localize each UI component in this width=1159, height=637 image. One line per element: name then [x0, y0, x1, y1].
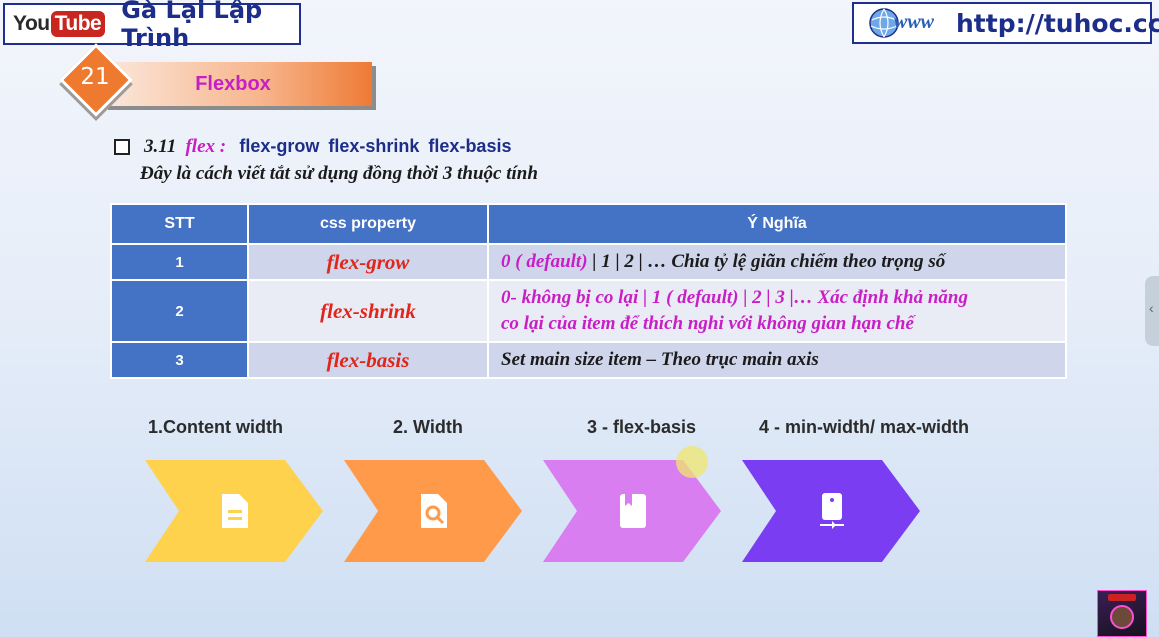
table-row: 3 flex-basis Set main size item – Theo t… [110, 341, 1067, 379]
youtube-logo-you: You [13, 12, 50, 35]
row-property: flex-basis [247, 341, 489, 379]
meaning-line-2: co lại của item để thích nghi với không … [501, 313, 914, 334]
subscribe-badge [1108, 594, 1136, 601]
side-panel-toggle[interactable]: ‹ [1145, 276, 1159, 346]
cursor-highlight [676, 446, 708, 478]
step-label-4: 4 - min-width/ max-width [759, 417, 969, 437]
subscribe-watermark[interactable] [1097, 590, 1147, 637]
row-property: flex-grow [247, 243, 489, 281]
step-arrow-2 [344, 460, 522, 562]
checkbox-bullet-icon [114, 139, 130, 155]
table-row: 2 flex-shrink 0- không bị co lại | 1 ( d… [110, 279, 1067, 343]
row-stt: 3 [110, 341, 249, 379]
meaning-line-1: 0- không bị co lại | 1 ( default) | 2 | … [501, 287, 968, 308]
youtube-logo: You Tube [13, 11, 106, 37]
document-icon [222, 494, 248, 528]
www-logo-text: www [894, 11, 935, 33]
header-stt: STT [110, 203, 249, 245]
lesson-title-bar: Flexbox [104, 62, 372, 106]
step-arrow-1 [145, 460, 323, 562]
table-header-row: STT css property Ý Nghĩa [110, 203, 1067, 245]
section-title: 3.11 flex : flex-grow flex-shrink flex-b… [144, 136, 511, 158]
avatar [1110, 605, 1134, 629]
section-number: 3.11 [144, 136, 177, 157]
search-document-icon [421, 494, 447, 528]
flex-properties-table: STT css property Ý Nghĩa 1 flex-grow 0 (… [110, 203, 1067, 379]
row-property: flex-shrink [247, 279, 489, 343]
chevron-left-icon: ‹ [1149, 300, 1154, 316]
lesson-title: Flexbox [195, 72, 271, 95]
bookmark-icon [620, 494, 646, 528]
website-banner: www http://tuhoc.cc [852, 2, 1159, 44]
step-arrow-4 [742, 460, 920, 562]
lesson-number: 21 [80, 64, 110, 90]
device-transfer-icon [820, 493, 844, 529]
row-stt: 1 [110, 243, 249, 281]
row-stt: 2 [110, 279, 249, 343]
youtube-logo-tube: Tube [50, 11, 106, 37]
row-meaning: 0- không bị co lại | 1 ( default) | 2 | … [487, 279, 1067, 343]
meaning-text: | 1 | 2 | … Chia tỷ lệ giãn chiếm theo t… [587, 251, 946, 272]
channel-name: Gà Lại Lập Trình [121, 0, 263, 52]
site-url: http://tuhoc.cc [956, 8, 1159, 38]
meaning-highlight: 0 ( default) [501, 251, 588, 272]
globe-www-icon: www [866, 6, 950, 40]
row-meaning: Set main size item – Theo trục main axis [487, 341, 1067, 379]
step-label-2: 2. Width [393, 417, 463, 437]
header-css-property: css property [247, 203, 489, 245]
header-meaning: Ý Nghĩa [487, 203, 1067, 245]
step-labels: 1.Content width 2. Width 3 - flex-basis … [0, 417, 1159, 441]
step-label-1: 1.Content width [148, 417, 283, 437]
section-properties: flex-grow flex-shrink flex-basis [239, 136, 512, 156]
section-keyword: flex : [185, 136, 227, 157]
youtube-channel-banner: You Tube Gà Lại Lập Trình [3, 0, 301, 52]
step-label-3: 3 - flex-basis [587, 417, 697, 437]
row-meaning: 0 ( default) | 1 | 2 | … Chia tỷ lệ giãn… [487, 243, 1067, 281]
table-row: 1 flex-grow 0 ( default) | 1 | 2 | … Chi… [110, 243, 1067, 281]
section-description: Đây là cách viết tắt sử dụng đồng thời 3… [140, 163, 538, 184]
